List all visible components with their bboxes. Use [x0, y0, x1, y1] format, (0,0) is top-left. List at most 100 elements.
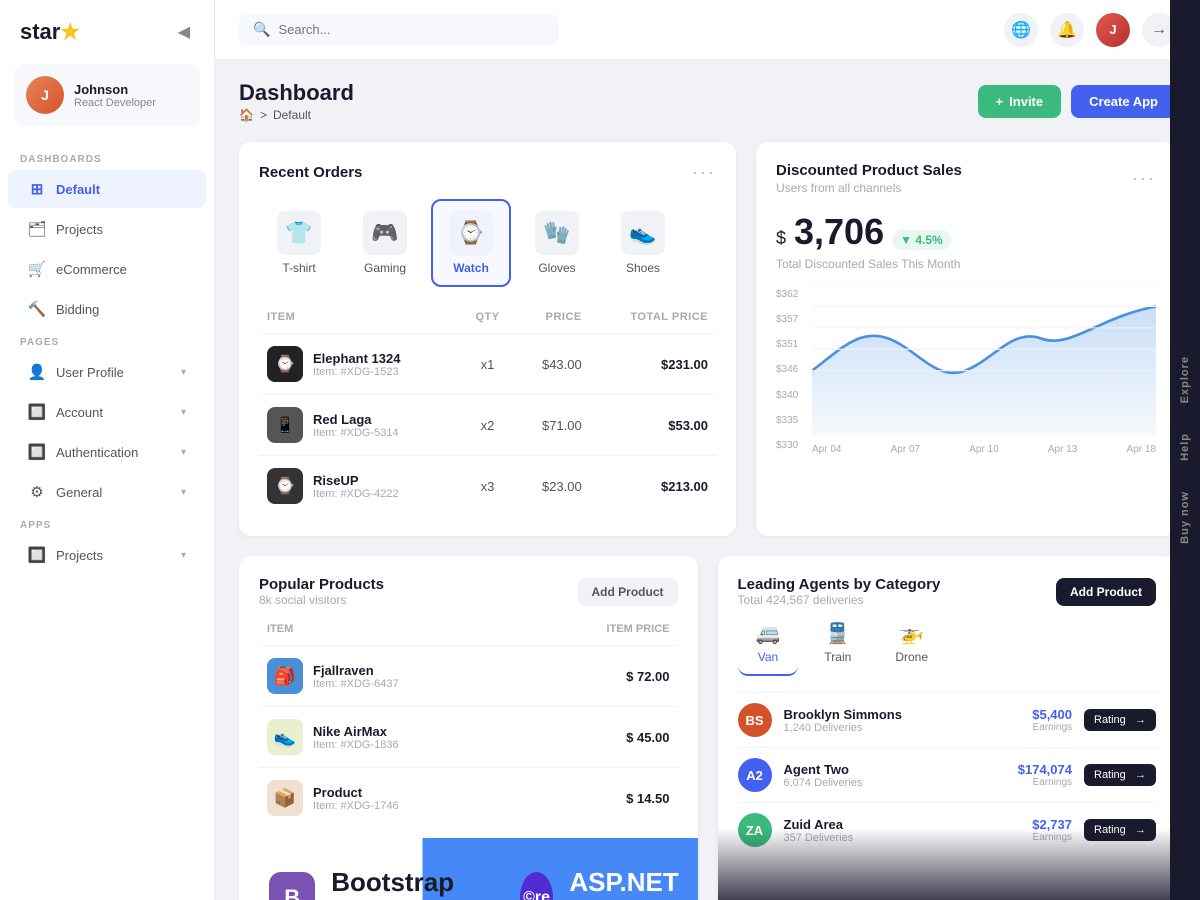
- explore-label[interactable]: Explore: [1179, 356, 1191, 403]
- card-menu-icon[interactable]: ···: [1132, 168, 1156, 189]
- sidebar-item-label: Authentication: [56, 445, 138, 460]
- sidebar-logo: star★ ◀: [0, 0, 214, 64]
- orders-table: ITEM QTY PRICE TOTAL PRICE ⌚ Elephant 13…: [259, 307, 716, 516]
- chevron-down-icon: ▾: [181, 407, 186, 418]
- aspnet-icon: ©re: [520, 872, 554, 900]
- topbar-right: 🌐 🔔 J →: [1004, 13, 1176, 47]
- sales-description: Total Discounted Sales This Month: [776, 257, 1156, 271]
- sales-card-header: Discounted Product Sales Users from all …: [776, 162, 1156, 195]
- item-thumbnail: ⌚: [267, 346, 303, 382]
- rating-button[interactable]: Rating →: [1084, 709, 1156, 731]
- item-qty: x2: [460, 395, 514, 456]
- search-box[interactable]: 🔍: [239, 14, 559, 45]
- bootstrap-label: Bootstrap 5: [331, 867, 460, 900]
- leading-agents-title: Leading Agents by Category: [738, 576, 941, 593]
- leading-agents-card: Leading Agents by Category Total 424,567…: [718, 556, 1177, 900]
- invite-button[interactable]: + Invite: [978, 85, 1062, 118]
- user-name: Johnson: [74, 82, 156, 97]
- popular-products-subtitle: 8k social visitors: [259, 593, 384, 607]
- sidebar-item-default[interactable]: ⊞ Default: [8, 170, 206, 208]
- user-profile-card[interactable]: J Johnson React Developer: [14, 64, 200, 126]
- breadcrumb: 🏠 > Default: [239, 108, 354, 122]
- sales-title: Discounted Product Sales: [776, 162, 962, 179]
- projects-app-icon: 🔲: [28, 546, 46, 564]
- add-product-button[interactable]: Add Product: [578, 578, 678, 606]
- item-total: $53.00: [590, 395, 716, 456]
- breadcrumb-current: Default: [273, 108, 311, 122]
- recent-orders-card: Recent Orders ··· 👕 T-shirt 🎮 Gaming ⌚ W…: [239, 142, 736, 536]
- sidebar-item-label: Default: [56, 182, 100, 197]
- agent-name: Agent Two: [784, 762, 981, 777]
- item-id: Item: #XDG-1523: [313, 366, 400, 378]
- dollar-sign: $: [776, 228, 786, 249]
- col-item: ITEM: [259, 619, 532, 646]
- agent-avatar: A2: [738, 758, 772, 792]
- list-item: A2 Agent Two 6,074 Deliveries $174,074 E…: [738, 747, 1157, 802]
- buy-now-label[interactable]: Buy now: [1179, 491, 1191, 544]
- sidebar-item-account[interactable]: 🔲 Account ▾: [8, 393, 206, 431]
- category-train[interactable]: 🚆 Train: [806, 611, 869, 676]
- page-header: Dashboard 🏠 > Default + Invite Create Ap…: [239, 80, 1176, 122]
- globe-icon[interactable]: 🌐: [1004, 13, 1038, 47]
- main-content: 🔍 🌐 🔔 J → Dashboard 🏠 > Default +: [215, 0, 1200, 900]
- col-price: ITEM PRICE: [532, 619, 678, 646]
- category-tshirt[interactable]: 👕 T-shirt: [259, 199, 339, 287]
- search-input[interactable]: [278, 22, 545, 37]
- category-shoes[interactable]: 👟 Shoes: [603, 199, 683, 287]
- leading-agents-subtitle: Total 424,567 deliveries: [738, 593, 941, 607]
- chevron-down-icon: ▾: [181, 550, 186, 561]
- order-categories: 👕 T-shirt 🎮 Gaming ⌚ Watch 🧤 Gloves: [259, 199, 716, 287]
- chart-area: $362 $357 $351 $346 $340 $335 $330: [776, 285, 1156, 455]
- sales-badge: ▼ 4.5%: [892, 230, 951, 250]
- agent-deliveries: 357 Deliveries: [784, 832, 981, 844]
- aspnet-watermark: ©re ASP.NET Core 7: [490, 867, 698, 900]
- sidebar-item-label: User Profile: [56, 365, 124, 380]
- sidebar: star★ ◀ J Johnson React Developer DASHBO…: [0, 0, 215, 900]
- sidebar-item-general[interactable]: ⚙ General ▾: [8, 473, 206, 511]
- sidebar-item-bidding[interactable]: 🔨 Bidding: [8, 290, 206, 328]
- sidebar-item-label: General: [56, 485, 102, 500]
- item-qty: x3: [460, 456, 514, 517]
- product-name: Product: [313, 785, 399, 800]
- bootstrap-watermark: B Bootstrap 5: [239, 867, 490, 900]
- create-app-button[interactable]: Create App: [1071, 85, 1176, 118]
- gloves-icon: 🧤: [535, 211, 579, 255]
- rating-button[interactable]: Rating →: [1084, 819, 1156, 841]
- sidebar-item-projects[interactable]: 🗂 Projects: [8, 210, 206, 248]
- popular-products-header: Popular Products 8k social visitors Add …: [259, 576, 678, 607]
- item-qty: x1: [460, 334, 514, 395]
- sidebar-item-user-profile[interactable]: 👤 User Profile ▾: [8, 353, 206, 391]
- category-label: Gaming: [364, 261, 406, 275]
- category-van[interactable]: 🚐 Van: [738, 611, 799, 676]
- add-agent-button[interactable]: Add Product: [1056, 578, 1156, 606]
- sidebar-item-ecommerce[interactable]: 🛒 eCommerce: [8, 250, 206, 288]
- card-menu-icon[interactable]: ···: [692, 162, 716, 183]
- agent-name: Zuid Area: [784, 817, 981, 832]
- agent-earnings: $5,400: [992, 707, 1072, 722]
- watch-icon: ⌚: [449, 211, 493, 255]
- sidebar-item-projects-app[interactable]: 🔲 Projects ▾: [8, 536, 206, 574]
- category-watch[interactable]: ⌚ Watch: [431, 199, 511, 287]
- list-item: 👟 Nike AirMax Item: #XDG-1836 $ 45.00: [259, 707, 678, 768]
- logo-text: star★: [20, 19, 80, 45]
- help-label[interactable]: Help: [1179, 433, 1191, 461]
- search-icon: 🔍: [253, 21, 270, 38]
- rating-button[interactable]: Rating →: [1084, 764, 1156, 786]
- sidebar-item-label: Projects: [56, 222, 103, 237]
- card-header: Recent Orders ···: [259, 162, 716, 183]
- user-avatar-icon[interactable]: J: [1096, 13, 1130, 47]
- dashboard-grid: Recent Orders ··· 👕 T-shirt 🎮 Gaming ⌚ W…: [239, 142, 1176, 536]
- home-icon: 🏠: [239, 108, 254, 122]
- dashboard-row2: Popular Products 8k social visitors Add …: [239, 556, 1176, 900]
- category-gaming[interactable]: 🎮 Gaming: [345, 199, 425, 287]
- card-title: Recent Orders: [259, 164, 362, 181]
- sidebar-item-authentication[interactable]: 🔲 Authentication ▾: [8, 433, 206, 471]
- notification-icon[interactable]: 🔔: [1050, 13, 1084, 47]
- collapse-button[interactable]: ◀: [174, 18, 194, 46]
- item-total: $213.00: [590, 456, 716, 517]
- train-icon: 🚆: [825, 621, 850, 646]
- category-gloves[interactable]: 🧤 Gloves: [517, 199, 597, 287]
- category-drone[interactable]: 🚁 Drone: [877, 611, 946, 676]
- category-label: T-shirt: [282, 261, 315, 275]
- product-thumbnail: 🎒: [267, 658, 303, 694]
